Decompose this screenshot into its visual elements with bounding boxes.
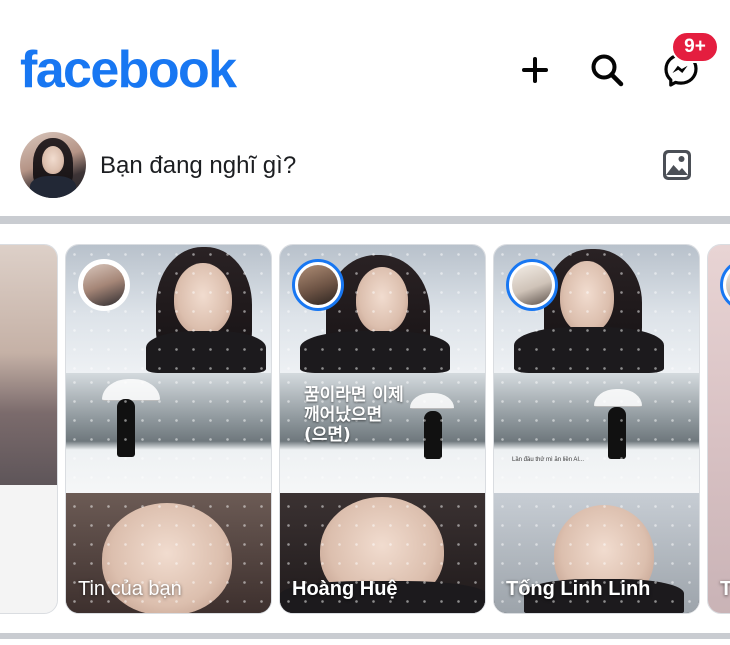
story-overlay-text: 꿈이라면 이제 깨어났으면 (으면) xyxy=(304,385,404,445)
search-icon xyxy=(591,54,624,87)
section-divider xyxy=(0,216,730,224)
section-divider xyxy=(0,633,730,639)
story-name: Tống Linh Linh xyxy=(506,578,651,600)
user-avatar[interactable] xyxy=(20,132,86,198)
top-bar: facebook 9+ xyxy=(0,0,730,128)
messenger-unread-badge: 9+ xyxy=(671,31,719,63)
story-card[interactable]: T xyxy=(707,244,730,614)
story-card[interactable] xyxy=(0,244,58,614)
story-name: Hoàng Huệ xyxy=(292,578,398,600)
story-card[interactable]: Lần đầu thử mì ăn liền AI... Tống Linh L… xyxy=(493,244,700,614)
facebook-logo[interactable]: facebook xyxy=(20,38,237,102)
create-button[interactable] xyxy=(509,44,561,96)
story-avatar xyxy=(506,259,558,311)
post-composer: Bạn đang nghĩ gì? xyxy=(0,128,730,216)
search-button[interactable] xyxy=(581,44,633,96)
story-card-own[interactable]: Tin của bạn xyxy=(65,244,272,614)
stories-tray: Tin của bạn 꿈이라면 이제 깨어났으면 (으면) Hoàng Huệ xyxy=(0,224,730,628)
photo-icon xyxy=(663,150,691,180)
story-avatar xyxy=(292,259,344,311)
story-caption: Lần đầu thử mì ăn liền AI... xyxy=(512,457,585,463)
composer-prompt[interactable]: Bạn đang nghĩ gì? xyxy=(100,151,296,181)
plus-icon xyxy=(522,57,548,83)
story-card[interactable]: 꿈이라면 이제 깨어났으면 (으면) Hoàng Huệ xyxy=(279,244,486,614)
story-avatar xyxy=(78,259,130,311)
add-photo-button[interactable] xyxy=(660,148,694,182)
story-name: Tin của bạn xyxy=(78,578,182,600)
story-name: T xyxy=(720,578,730,601)
